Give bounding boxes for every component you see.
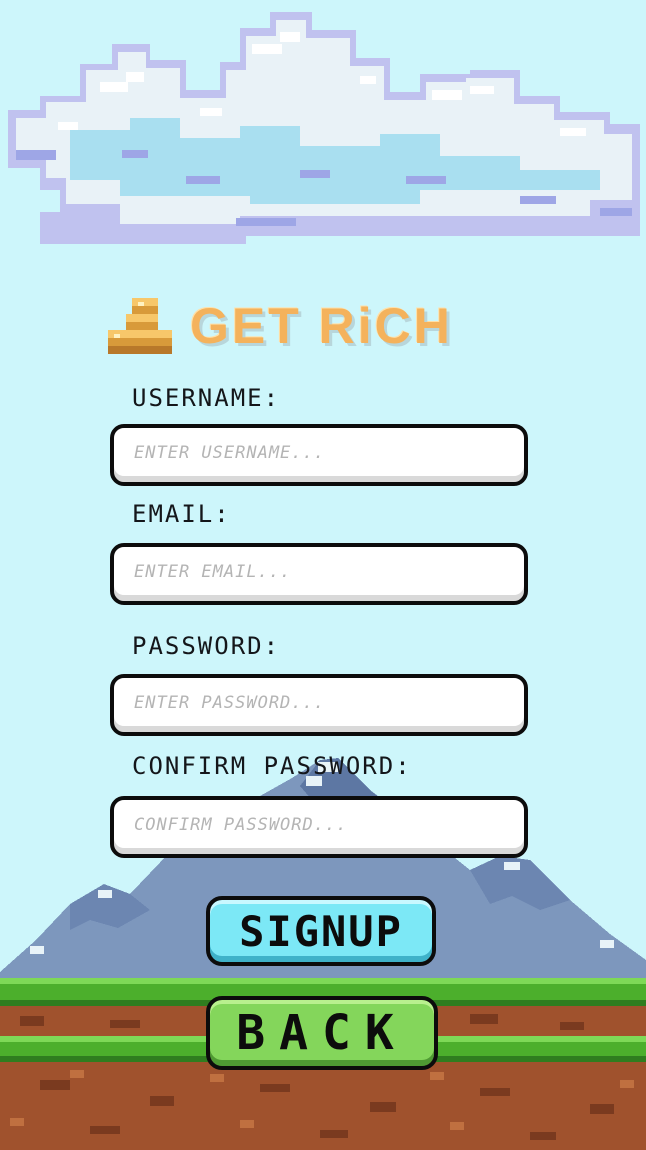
username-input[interactable] [114,428,524,482]
back-button[interactable]: BACK [206,996,438,1070]
password-input[interactable] [114,678,524,732]
signup-button-label: SIGNUP [239,906,403,956]
username-label: USERNAME: [132,384,281,412]
app-title: GET RiCH [190,298,453,354]
email-field [110,543,528,605]
back-button-label: BACK [236,1005,408,1061]
coin-stack-icon [108,298,172,354]
username-field [110,424,528,486]
password-field [110,674,528,736]
password-label: PASSWORD: [132,632,281,660]
app-logo: GET RiCH [108,296,538,356]
email-input[interactable] [114,547,524,601]
email-label: EMAIL: [132,500,231,528]
confirm-password-field [110,796,528,858]
confirm-password-label: CONFIRM PASSWORD: [132,752,412,780]
signup-button[interactable]: SIGNUP [206,896,436,966]
confirm-password-input[interactable] [114,800,524,854]
